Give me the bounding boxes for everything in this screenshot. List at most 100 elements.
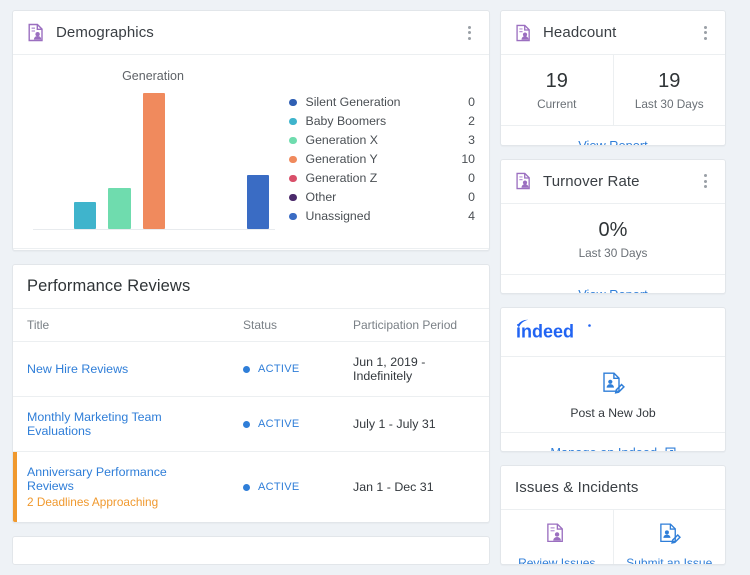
stat-value: 0% <box>598 218 628 241</box>
legend-item[interactable]: Generation Y 10 <box>289 150 475 169</box>
status-dot-icon <box>243 365 250 373</box>
turnover-rate-card: Turnover Rate 0% Last 30 Days View Repor… <box>500 158 726 295</box>
headcount-footer: View Report <box>501 125 725 145</box>
legend-color-dot <box>289 174 297 183</box>
headcount-stat-current: 19 Current <box>501 55 613 125</box>
manage-on-indeed-label: Manage on Indeed <box>550 445 657 450</box>
left-column: Demographics Generation Silent Generatio… <box>12 10 490 566</box>
status-label: ACTIVE <box>258 363 300 376</box>
turnover-view-report-link[interactable]: View Report <box>578 287 647 294</box>
kebab-menu-icon[interactable] <box>464 23 475 43</box>
legend-label: Generation Z <box>305 171 378 185</box>
legend-item[interactable]: Baby Boomers 2 <box>289 112 475 131</box>
column-header-period: Participation Period <box>339 309 489 343</box>
legend-item[interactable]: Silent Generation 0 <box>289 93 475 112</box>
bar-slot <box>137 93 172 229</box>
legend-color-dot <box>289 117 297 126</box>
headcount-stat-last30: 19 Last 30 Days <box>612 55 726 125</box>
chart-bar[interactable] <box>246 174 269 229</box>
issues-actions: Review Issues Submit an Issue <box>501 509 726 566</box>
status-badge: ACTIVE <box>243 418 325 430</box>
legend-color-dot <box>289 136 297 145</box>
chart-bars <box>33 93 275 230</box>
bar-slot <box>206 93 241 229</box>
chart-plot-area: Generation <box>27 65 279 242</box>
chart-bar[interactable] <box>108 188 131 229</box>
turnover-stats: 0% Last 30 Days <box>501 204 725 274</box>
review-issues-label: Review Issues <box>518 555 596 566</box>
chart-legend: Silent Generation 0 Baby Boomers 2 Generatio… <box>279 65 475 242</box>
demographics-title: Demographics <box>56 24 154 41</box>
status-label: ACTIVE <box>258 418 300 431</box>
turnover-rate-header: Turnover Rate <box>501 160 725 204</box>
legend-value: 0 <box>468 171 475 185</box>
status-label: ACTIVE <box>258 481 300 494</box>
bar-slot <box>33 93 68 229</box>
document-person-icon <box>515 172 532 190</box>
bar-slot <box>240 93 275 229</box>
bar-slot <box>68 93 103 229</box>
table-row[interactable]: New Hire Reviews ACTIVE Jun 1, 2019 - Inde… <box>13 341 489 398</box>
indeed-logo: indeed <box>516 320 591 342</box>
legend-value: 3 <box>468 133 475 147</box>
cell-title: Anniversary Performance Reviews 2 Deadlin… <box>13 451 229 523</box>
kebab-menu-icon[interactable] <box>700 171 711 191</box>
table-row[interactable]: Monthly Marketing Team Evaluations ACTIVE… <box>13 396 489 453</box>
headcount-view-report-link[interactable]: View Report <box>578 138 647 145</box>
kebab-menu-icon[interactable] <box>700 23 711 43</box>
legend-value: 4 <box>468 209 475 223</box>
stat-label: Last 30 Days <box>634 97 704 111</box>
legend-label: Generation X <box>305 133 378 147</box>
submit-issue-icon <box>659 523 681 544</box>
review-title-link[interactable]: New Hire Reviews <box>27 362 215 376</box>
legend-item[interactable]: Other 0 <box>289 188 475 207</box>
legend-label: Generation Y <box>305 152 378 166</box>
headcount-stats: 19 Current 19 Last 30 Days <box>501 55 725 125</box>
demographics-header: Demographics <box>13 11 489 55</box>
cell-status: ACTIVE <box>229 451 339 523</box>
demographics-footer: View Report <box>13 248 489 250</box>
chart-bar[interactable] <box>142 93 166 229</box>
status-dot-icon <box>243 483 250 491</box>
legend-item[interactable]: Generation X 3 <box>289 131 475 150</box>
bar-slot <box>102 93 137 229</box>
demographics-card: Demographics Generation Silent Generatio… <box>12 10 490 252</box>
chart-title: Generation <box>122 69 184 83</box>
legend-color-dot <box>289 155 297 164</box>
right-column: Headcount 19 Current 19 Last 30 Days Vie… <box>500 10 726 566</box>
cell-title: Monthly Marketing Team Evaluations <box>13 396 229 453</box>
dashboard-page: Demographics Generation Silent Generatio… <box>0 0 750 575</box>
submit-issue-label: Submit an Issue <box>626 555 713 566</box>
status-badge: ACTIVE <box>243 481 325 493</box>
row-deadline-warning: 2 Deadlines Approaching <box>27 495 159 510</box>
legend-item[interactable]: Unassigned 4 <box>289 207 475 226</box>
indeed-header: indeed <box>501 308 725 358</box>
review-issues-action[interactable]: Review Issues <box>501 510 613 566</box>
headcount-card: Headcount 19 Current 19 Last 30 Days Vie… <box>500 10 726 146</box>
submit-issue-action[interactable]: Submit an Issue <box>612 509 726 566</box>
status-dot-icon <box>243 420 250 428</box>
post-job-icon <box>603 372 625 395</box>
legend-label: Silent Generation <box>305 95 401 109</box>
table-row[interactable]: Anniversary Performance Reviews 2 Deadlin… <box>13 451 489 523</box>
legend-value: 0 <box>468 190 475 204</box>
turnover-stat: 0% Last 30 Days <box>501 204 725 274</box>
issues-incidents-title: Issues & Incidents <box>515 478 639 496</box>
review-title-link[interactable]: Anniversary Performance Reviews <box>27 465 215 493</box>
legend-value: 0 <box>468 95 475 109</box>
performance-reviews-header: Performance Reviews <box>13 265 489 310</box>
manage-on-indeed-link[interactable]: Manage on Indeed <box>550 445 676 451</box>
legend-item[interactable]: Generation Z 0 <box>289 169 475 188</box>
review-issues-icon <box>547 523 564 542</box>
indeed-post-job-action[interactable]: Post a New Job <box>501 357 725 434</box>
chart-bar[interactable] <box>73 201 96 229</box>
issues-incidents-header: Issues & Incidents <box>501 466 725 510</box>
status-badge: ACTIVE <box>243 363 325 375</box>
stat-value: 19 <box>658 70 681 92</box>
legend-color-dot <box>289 193 297 202</box>
cell-status: ACTIVE <box>229 396 339 453</box>
cell-status: ACTIVE <box>229 341 339 398</box>
table-header-row: Title Status Participation Period <box>13 309 489 343</box>
legend-value: 10 <box>461 152 475 166</box>
review-title-link[interactable]: Monthly Marketing Team Evaluations <box>27 410 215 438</box>
